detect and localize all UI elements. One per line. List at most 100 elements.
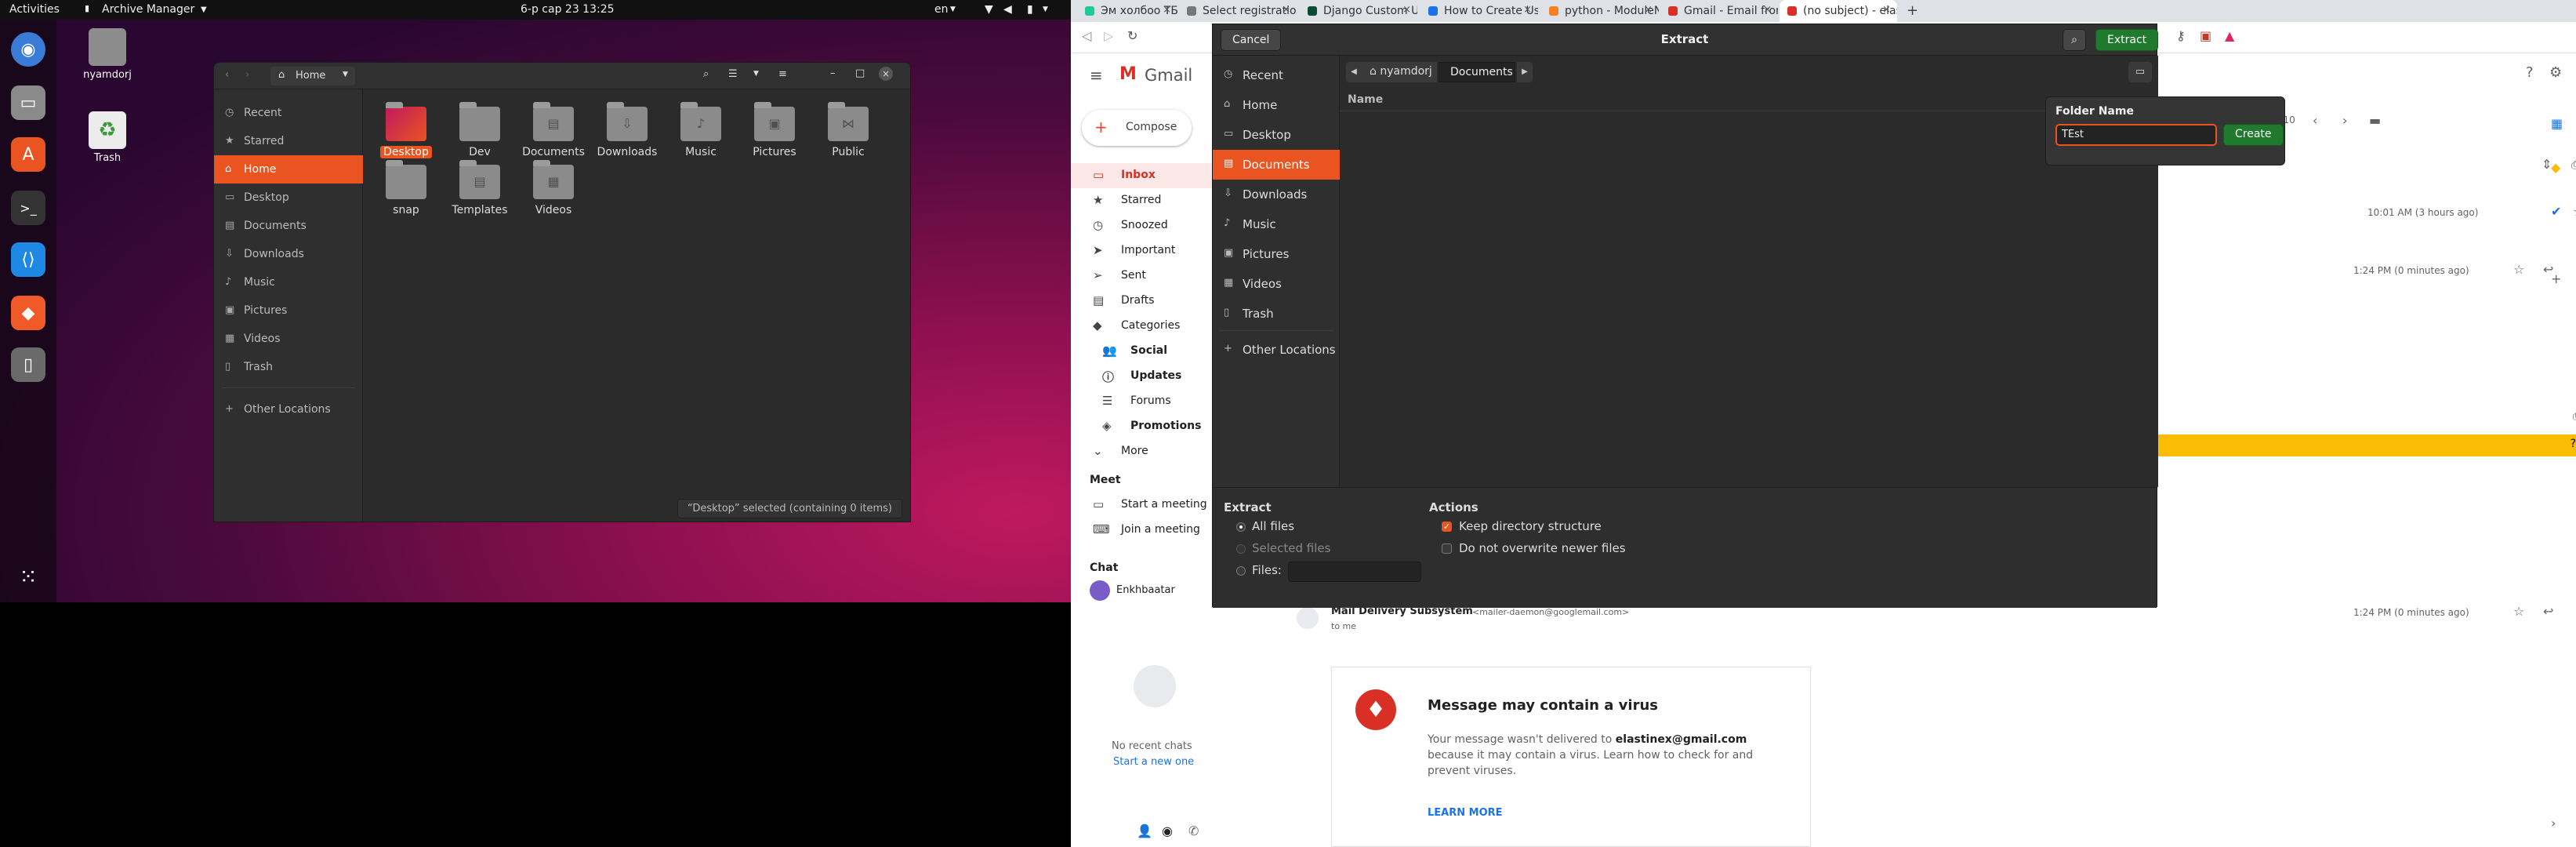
- sidebar-item-videos[interactable]: ▦ Videos: [214, 325, 363, 353]
- dialog-sidebar-music[interactable]: ♪ Music: [1213, 209, 1340, 239]
- compose-button[interactable]: + Compose: [1082, 110, 1192, 146]
- path-left-icon[interactable]: ◀: [1346, 62, 1362, 82]
- app-menu[interactable]: Archive Manager: [102, 3, 194, 16]
- no-overwrite-checkbox[interactable]: [1442, 543, 1452, 554]
- minimize-icon[interactable]: –: [830, 67, 836, 79]
- brave-icon[interactable]: ◆: [11, 296, 45, 330]
- sidebar-item-pictures[interactable]: ▣ Pictures: [214, 296, 363, 325]
- folder-downloads[interactable]: ⇩ Downloads: [589, 102, 666, 158]
- files-label[interactable]: Files:: [1252, 563, 1282, 577]
- close-icon[interactable]: ×: [1402, 4, 1411, 16]
- activities-button[interactable]: Activities: [9, 3, 60, 16]
- add-icon[interactable]: +: [2551, 271, 2561, 286]
- back-icon[interactable]: ◁: [1082, 28, 1091, 43]
- all-files-radio[interactable]: [1236, 522, 1246, 532]
- sidebar-item-other-locations[interactable]: + Other Locations: [214, 395, 363, 424]
- battery-icon[interactable]: ▮: [1027, 3, 1033, 16]
- key-icon[interactable]: ⚷: [2176, 28, 2186, 43]
- browser-tab[interactable]: Эм холбоо ТББ ×: [1077, 0, 1177, 22]
- extract-button[interactable]: Extract: [2095, 29, 2159, 51]
- files-icon[interactable]: ▭: [11, 85, 45, 120]
- folder-templates[interactable]: ▤ Templates: [441, 160, 518, 216]
- brave-rewards-icon[interactable]: ▲: [2225, 28, 2234, 43]
- volume-icon[interactable]: ◀: [1003, 3, 1012, 16]
- gmail-logo[interactable]: M: [1119, 64, 1137, 84]
- archive-manager-icon[interactable]: ▯: [11, 347, 45, 382]
- chevron-down-icon[interactable]: ▼: [1043, 5, 1048, 13]
- clock[interactable]: 6-р сар 23 13:25: [521, 3, 615, 16]
- files-radio[interactable]: [1236, 566, 1246, 576]
- folder-music[interactable]: ♪ Music: [662, 102, 739, 158]
- hamburger-icon[interactable]: ≡: [1090, 66, 1103, 85]
- close-icon[interactable]: ×: [1282, 4, 1290, 16]
- dialog-sidebar-trash[interactable]: ▯ Trash: [1213, 299, 1340, 329]
- selected-files-radio[interactable]: [1236, 544, 1246, 554]
- forward-icon[interactable]: ▷: [1104, 28, 1113, 43]
- keep-icon[interactable]: ◆: [2551, 160, 2560, 175]
- path-segment-home[interactable]: ⌂ nyamdorj: [1362, 62, 1437, 82]
- chat-icon[interactable]: ◉: [1162, 823, 1173, 838]
- reload-icon[interactable]: ↻: [1127, 28, 1137, 43]
- software-icon[interactable]: A: [11, 137, 45, 172]
- sidebar-item-documents[interactable]: ▤ Documents: [214, 212, 363, 240]
- new-folder-button[interactable]: ▭: [2128, 62, 2152, 82]
- folder-pictures[interactable]: ▣ Pictures: [736, 102, 813, 158]
- more-icon[interactable]: ⋮: [2573, 604, 2576, 619]
- star-icon[interactable]: ☆: [2513, 262, 2524, 277]
- path-right-icon[interactable]: ▶: [1517, 62, 1533, 82]
- files-input[interactable]: [1288, 562, 1421, 582]
- back-icon[interactable]: ‹: [225, 69, 229, 81]
- avatar[interactable]: [1090, 580, 1110, 601]
- path-segment-documents[interactable]: Documents: [1439, 62, 1515, 82]
- new-tab-icon[interactable]: +: [1907, 2, 1918, 19]
- keep-structure-checkbox[interactable]: ✓: [1442, 522, 1452, 532]
- dialog-sidebar-home[interactable]: ⌂ Home: [1213, 90, 1340, 120]
- dialog-sidebar-downloads[interactable]: ⇩ Downloads: [1213, 180, 1340, 209]
- sidebar-item-downloads[interactable]: ⇩ Downloads: [214, 240, 363, 268]
- keep-structure-label[interactable]: Keep directory structure: [1459, 519, 1602, 533]
- extension-icon[interactable]: ▣: [2200, 28, 2211, 43]
- folder-videos[interactable]: ▦ Videos: [515, 160, 592, 216]
- dialog-sidebar-pictures[interactable]: ▣ Pictures: [1213, 239, 1340, 269]
- menu-icon[interactable]: ≡: [778, 68, 787, 80]
- maximize-icon[interactable]: □: [855, 67, 865, 79]
- phone-icon[interactable]: ✆: [1188, 823, 1199, 838]
- browser-tab[interactable]: Gmail - Email from Google×: [1660, 0, 1778, 22]
- sidebar-item-trash[interactable]: ▯ Trash: [214, 353, 363, 381]
- sidebar-item-home[interactable]: ⌂ Home: [214, 155, 363, 184]
- folder-snap[interactable]: snap: [368, 160, 444, 216]
- chevron-down-icon[interactable]: ▼: [753, 70, 759, 78]
- column-name[interactable]: Name: [1348, 93, 1383, 106]
- chrome-icon[interactable]: ◉: [11, 32, 45, 67]
- tasks-icon[interactable]: ✔: [2551, 204, 2561, 219]
- terminal-icon[interactable]: >_: [11, 191, 45, 225]
- to-me[interactable]: to me: [1331, 621, 1356, 631]
- network-icon[interactable]: ▼: [985, 3, 993, 16]
- view-list-icon[interactable]: ☰: [728, 68, 738, 80]
- dialog-sidebar-documents[interactable]: ▤ Documents: [1213, 150, 1340, 180]
- sidebar-item-music[interactable]: ♪ Music: [214, 268, 363, 296]
- language-indicator[interactable]: en: [934, 3, 949, 16]
- dialog-sidebar-desktop[interactable]: ▭ Desktop: [1213, 120, 1340, 150]
- more-icon[interactable]: ⋮: [2573, 262, 2576, 277]
- help-icon[interactable]: ?: [2571, 438, 2576, 450]
- folder-public[interactable]: ⋈ Public: [810, 102, 887, 158]
- no-overwrite-label[interactable]: Do not overwrite newer files: [1459, 541, 1626, 555]
- reply-icon[interactable]: ↩: [2543, 604, 2553, 619]
- chevron-right-icon[interactable]: ›: [2551, 816, 2556, 831]
- browser-tab[interactable]: python - ModuleNotFound×: [1541, 0, 1659, 22]
- dialog-sidebar-recent[interactable]: ◷ Recent: [1213, 60, 1340, 90]
- chat-user[interactable]: Enkhbaatar: [1116, 584, 1175, 596]
- browser-tab[interactable]: How to Create User Sign U×: [1420, 0, 1538, 22]
- folder-desktop[interactable]: Desktop: [368, 102, 444, 158]
- selected-files-label[interactable]: Selected files: [1252, 541, 1330, 555]
- print-icon[interactable]: ⎙: [2571, 157, 2576, 173]
- learn-more-link[interactable]: LEARN MORE: [1428, 807, 1503, 819]
- close-icon[interactable]: ×: [1523, 4, 1532, 16]
- desktop-icon-home[interactable]: nyamdorj: [72, 28, 143, 81]
- older-icon[interactable]: ›: [2342, 113, 2347, 128]
- all-files-label[interactable]: All files: [1252, 519, 1294, 533]
- close-icon[interactable]: ×: [1644, 4, 1653, 16]
- star-icon[interactable]: ☆: [2513, 604, 2524, 619]
- star-icon[interactable]: ☆: [2573, 204, 2576, 219]
